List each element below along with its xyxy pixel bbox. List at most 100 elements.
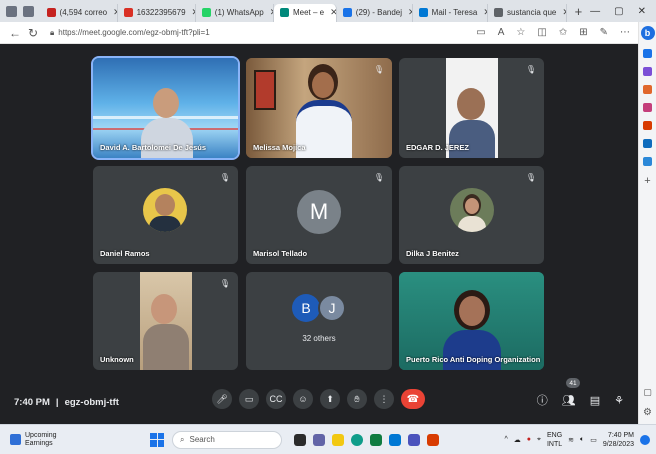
windows-taskbar: Upcoming Earnings ⌕ Search ^ ☁ ● ⌖ ENG I… — [0, 424, 656, 454]
minimize-icon[interactable]: — — [590, 6, 600, 17]
camera-button[interactable]: ▭ — [239, 389, 259, 409]
excel-icon[interactable] — [370, 433, 382, 446]
notification-icon[interactable] — [640, 434, 650, 445]
browser-tab[interactable]: (1) WhatsApp✕ — [196, 3, 274, 22]
new-tab-button[interactable]: + — [567, 4, 591, 19]
participant-tile[interactable]: 🎙︎ Dilka J Benitez — [399, 166, 544, 264]
search-favicon-icon — [494, 8, 504, 17]
more-menu-icon[interactable]: ⋯ — [620, 27, 630, 38]
onedrive-icon[interactable]: ☁ — [514, 436, 521, 444]
sidebar-games-icon[interactable] — [643, 103, 652, 112]
participant-name: EDGAR D. JEREZ — [406, 143, 469, 152]
workspaces-icon[interactable] — [23, 5, 34, 17]
sidebar-office-icon[interactable] — [643, 121, 652, 130]
participant-figure — [459, 296, 485, 326]
meeting-details-icon[interactable]: ⓘ — [537, 392, 548, 408]
browser-tab[interactable]: (29) - Bandej✕ — [337, 3, 413, 22]
tray-app-icon[interactable]: ● — [527, 436, 531, 443]
location-icon[interactable]: ⌖ — [537, 436, 541, 444]
news-widget[interactable]: Upcoming Earnings — [0, 432, 150, 448]
office-icon[interactable] — [427, 433, 439, 446]
browser-tab-active[interactable]: Meet – e✕ — [273, 3, 337, 22]
emoji-reactions-button[interactable]: ☺ — [293, 389, 313, 409]
participant-avatar: B — [292, 294, 320, 322]
taskbar-search-box[interactable]: ⌕ Search — [172, 430, 282, 449]
url-field[interactable]: 🔒︎ https://meet.google.com/egz-obmj-tft?… — [50, 28, 210, 38]
task-view-icon[interactable] — [294, 433, 306, 446]
outlook-icon[interactable] — [389, 433, 401, 446]
participant-tile[interactable]: 🎙︎ Melissa Mojica — [246, 58, 392, 158]
wifi-icon[interactable]: ≋ — [568, 436, 574, 444]
close-tab-icon[interactable]: ✕ — [330, 7, 336, 18]
address-bar-row: ← ↻ 🔒︎ https://meet.google.com/egz-obmj-… — [0, 22, 656, 44]
participant-avatar — [450, 188, 494, 232]
activities-icon[interactable]: ⚘ — [614, 394, 624, 407]
muted-mic-icon: 🎙︎ — [219, 173, 230, 182]
leave-call-button[interactable]: ☎︎ — [401, 389, 425, 409]
stock-chart-icon — [10, 434, 21, 445]
participant-tile[interactable]: Puerto Rico Anti Doping Organization — [399, 272, 544, 370]
sidebar-tag-icon[interactable] — [643, 67, 652, 76]
participant-figure — [443, 330, 501, 370]
participant-tile[interactable]: 🎙︎ Unknown — [93, 272, 238, 370]
sidebar-search-icon[interactable] — [643, 49, 652, 58]
participant-name: Marisol Tellado — [253, 249, 308, 258]
teams-chat-icon[interactable] — [313, 433, 325, 446]
reload-icon[interactable]: ↻ — [24, 26, 42, 40]
read-aloud-icon[interactable]: A — [498, 27, 505, 38]
participant-tile[interactable]: 🎙︎ Daniel Ramos — [93, 166, 238, 264]
lock-icon: 🔒︎ — [50, 27, 55, 37]
raise-hand-button[interactable]: ✋︎ — [347, 389, 367, 409]
participant-tile[interactable]: David A. Bartolomei De Jesús — [91, 56, 240, 160]
system-clock[interactable]: 7:40 PM 9/28/2023 — [603, 431, 634, 449]
chat-icon[interactable]: ▤ — [590, 394, 600, 407]
browser-tab[interactable]: (4,594 correo✕ — [41, 3, 118, 22]
sidebar-hide-icon[interactable]: ▢ — [643, 387, 652, 398]
meet-favicon-icon — [279, 8, 289, 17]
file-explorer-icon[interactable] — [332, 433, 344, 446]
present-screen-button[interactable]: ⬆ — [320, 389, 340, 409]
close-window-icon[interactable]: ✕ — [638, 6, 646, 17]
browser-tab[interactable]: 16322395679✕ — [118, 3, 196, 22]
language-indicator[interactable]: ENG INTL — [547, 431, 562, 449]
windows-start-icon[interactable] — [150, 432, 164, 447]
sidebar-settings-icon[interactable]: ⚙ — [643, 407, 652, 418]
captions-button[interactable]: CC — [266, 389, 286, 409]
people-icon[interactable]: 👥︎ — [562, 394, 576, 407]
camera-in-use-icon[interactable]: ▭ — [476, 27, 485, 38]
muted-mic-icon: 🎙︎ — [373, 173, 384, 182]
participant-name: Dilka J Benitez — [406, 249, 459, 258]
collections-icon[interactable]: ⊞ — [579, 27, 587, 38]
others-count: 32 others — [302, 334, 336, 343]
participant-avatar: M — [297, 190, 341, 234]
profile-icon[interactable] — [6, 5, 17, 17]
participant-tile[interactable]: M 🎙︎ Marisol Tellado — [246, 166, 392, 264]
favorites-icon[interactable]: ✩ — [559, 27, 567, 38]
microphone-button[interactable]: 🎤︎ — [212, 389, 232, 409]
meet-controls-bar: 7:40 PM | egz-obmj-tft 🎤︎ ▭ CC ☺ ⬆ ✋︎ ⋮ … — [0, 378, 638, 424]
sidebar-drop-icon[interactable] — [643, 157, 652, 166]
sidebar-outlook-icon[interactable] — [643, 139, 652, 148]
edge-browser-icon[interactable] — [351, 433, 363, 446]
volume-icon[interactable]: 🔈︎ — [580, 436, 584, 444]
participant-figure — [449, 120, 495, 158]
gmail-favicon-icon — [46, 8, 56, 17]
back-icon[interactable]: ← — [6, 26, 24, 40]
battery-icon[interactable]: ▭ — [590, 436, 597, 444]
teams-icon[interactable] — [408, 433, 420, 446]
favorite-star-icon[interactable]: ☆ — [516, 27, 525, 38]
whatsapp-favicon-icon — [201, 8, 211, 17]
more-options-button[interactable]: ⋮ — [374, 389, 394, 409]
sidebar-add-icon[interactable]: + — [644, 175, 650, 187]
participant-tile[interactable]: B J 32 others — [246, 272, 392, 370]
extensions-icon[interactable]: ✎ — [600, 27, 608, 38]
tray-overflow-icon[interactable]: ^ — [504, 436, 507, 443]
browser-tab[interactable]: sustancia que✕ — [488, 3, 567, 22]
sidebar-tools-icon[interactable] — [643, 85, 652, 94]
split-screen-icon[interactable]: ◫ — [537, 27, 546, 38]
participant-figure — [153, 88, 179, 118]
participant-tile[interactable]: 🎙︎ EDGAR D. JEREZ — [399, 58, 544, 158]
bing-chat-icon[interactable]: b — [640, 26, 655, 40]
restore-icon[interactable]: ▢ — [614, 6, 623, 17]
browser-tab[interactable]: Mail - Teresa✕ — [413, 3, 489, 22]
